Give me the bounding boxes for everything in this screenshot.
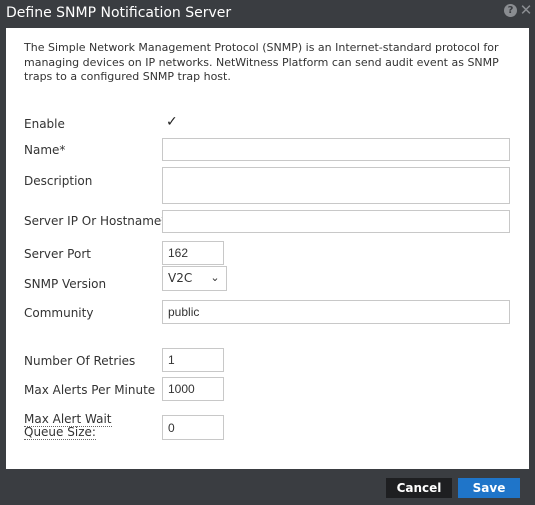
snmp-version-value: V2C	[168, 271, 193, 285]
server-port-field[interactable]	[162, 241, 224, 265]
name-field[interactable]	[162, 138, 510, 161]
close-icon[interactable]: ✕	[519, 2, 533, 18]
queue-size-label: Max Alert Wait Queue Size:	[24, 412, 154, 440]
enable-checkbox[interactable]: ✓	[166, 115, 180, 129]
server-host-field[interactable]	[162, 210, 510, 233]
chevron-down-icon: ⌄	[210, 271, 220, 284]
description-field[interactable]	[162, 167, 510, 204]
queue-size-label-text: Max Alert Wait Queue Size:	[24, 412, 112, 440]
cancel-button[interactable]: Cancel	[386, 478, 452, 498]
dialog-titlebar: Define SNMP Notification Server ? ✕	[0, 0, 535, 28]
community-field[interactable]	[162, 300, 510, 324]
snmp-version-label: SNMP Version	[24, 277, 107, 291]
save-button[interactable]: Save	[458, 478, 520, 498]
help-icon[interactable]: ?	[504, 4, 517, 17]
max-alerts-field[interactable]	[162, 377, 224, 401]
dialog-footer: Cancel Save	[0, 469, 535, 505]
name-label: Name*	[24, 143, 66, 157]
description-label: Description	[24, 174, 93, 188]
dialog-description: The Simple Network Management Protocol (…	[24, 41, 499, 83]
retries-field[interactable]	[162, 348, 224, 372]
snmp-version-select[interactable]: V2C ⌄	[162, 266, 227, 291]
dialog-body: The Simple Network Management Protocol (…	[6, 28, 529, 469]
server-port-label: Server Port	[24, 247, 91, 261]
server-host-label: Server IP Or Hostname*	[24, 214, 168, 228]
snmp-dialog: Define SNMP Notification Server ? ✕ The …	[0, 0, 535, 505]
enable-label: Enable	[24, 117, 65, 131]
retries-label: Number Of Retries	[24, 354, 136, 368]
queue-size-field[interactable]	[162, 415, 224, 440]
community-label: Community	[24, 306, 94, 320]
max-alerts-label: Max Alerts Per Minute	[24, 383, 156, 397]
dialog-title: Define SNMP Notification Server	[6, 5, 232, 21]
